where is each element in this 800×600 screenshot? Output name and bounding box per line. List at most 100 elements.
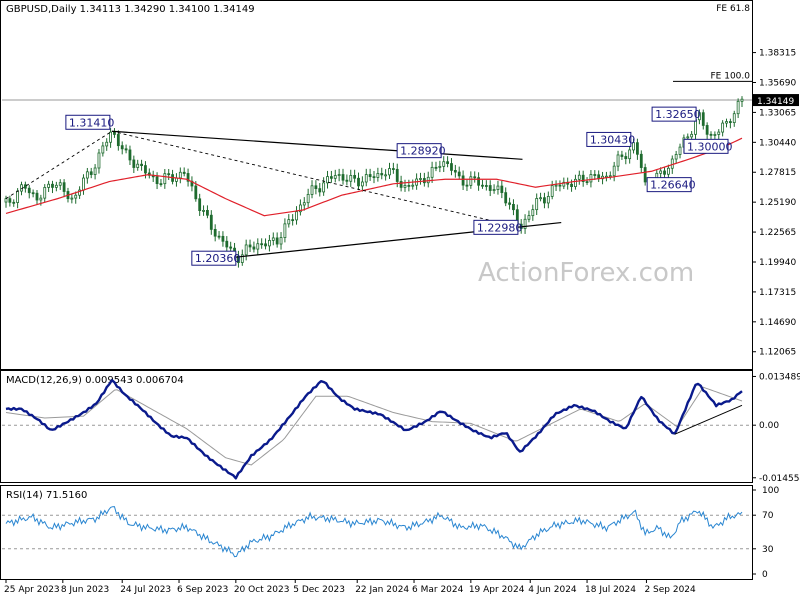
fe-label: FE 100.0 (711, 71, 751, 81)
candle-body (74, 194, 78, 199)
candle-body (360, 181, 364, 187)
candle-body (229, 246, 233, 249)
candle-body (178, 171, 182, 179)
candle-body (721, 122, 725, 133)
candle-body (93, 167, 97, 175)
candle-body (275, 237, 279, 245)
candle-body (732, 113, 736, 124)
candle-body (686, 136, 690, 139)
swing-label: 1.20360 (195, 252, 241, 265)
candle-body (337, 174, 341, 176)
candle-body (287, 219, 291, 225)
macd-tick-label: 0.00 (759, 421, 779, 431)
candle-body (4, 198, 8, 203)
candle-body (639, 153, 643, 168)
x-tick-label: 25 Apr 2023 (4, 585, 60, 595)
x-tick-label: 24 Jul 2023 (120, 585, 171, 595)
candle-body (43, 187, 47, 199)
candle-body (407, 185, 411, 187)
candle-body (353, 175, 357, 179)
candle-body (636, 142, 639, 155)
candle-body (318, 188, 322, 193)
candle-body (539, 197, 542, 200)
candle-body (504, 192, 508, 204)
candle-body (39, 197, 43, 201)
candle-body (713, 134, 717, 136)
candle-body (570, 183, 573, 187)
candle-body (492, 189, 496, 191)
swing-label: 1.22980 (477, 221, 523, 234)
candle-body (252, 246, 256, 250)
candle-body (306, 193, 310, 204)
candle-body (674, 154, 678, 160)
candle-body (388, 168, 391, 176)
candle-body (132, 159, 136, 168)
candle-body (364, 174, 368, 183)
price-tick-label: 1.35690 (759, 78, 796, 88)
candle-body (155, 176, 159, 185)
candle-body (109, 131, 112, 143)
candle-body (376, 173, 380, 178)
candle-body (209, 214, 213, 230)
candle-body (35, 192, 39, 201)
candle-body (194, 185, 198, 200)
candle-body (508, 202, 511, 205)
candle-body (333, 175, 337, 179)
macd-title: MACD(12,26,9) 0.009543 0.006704 (6, 375, 184, 386)
candle-body (391, 168, 395, 170)
candle-body (380, 173, 384, 176)
candle-body (500, 185, 504, 194)
x-tick-label: 6 Sep 2023 (177, 585, 228, 595)
candle-body (395, 168, 399, 182)
candle-body (690, 133, 694, 138)
candle-body (283, 223, 287, 238)
rsi-tick-label: 0 (762, 570, 768, 580)
candle-body (670, 158, 674, 169)
candle-body (481, 184, 484, 187)
candle-body (725, 121, 728, 124)
candle-body (271, 237, 275, 241)
candle-body (419, 178, 422, 180)
candle-body (12, 201, 16, 204)
candle-body (434, 166, 438, 169)
candle-body (23, 184, 27, 189)
swing-label: 1.26640 (650, 179, 696, 192)
candle-body (16, 190, 20, 203)
candle-body (701, 112, 705, 126)
candle-body (136, 163, 140, 168)
candle-body (128, 149, 132, 161)
candle-body (446, 161, 450, 164)
candle-body (182, 171, 186, 174)
price-tick-label: 1.12065 (759, 348, 796, 358)
candle-body (430, 166, 434, 178)
swing-label: 1.28920 (400, 145, 446, 158)
candle-body (113, 131, 116, 135)
rsi-tick-label: 100 (762, 486, 779, 496)
chart-background (0, 0, 800, 600)
gbpusd-chart: 1.38315 1.35690 1.33065 1.30440 1.27815 1.251… (0, 0, 800, 600)
candle-body (213, 228, 217, 237)
price-tick-label: 1.22565 (759, 228, 796, 238)
candle-body (85, 171, 89, 179)
price-tick-label: 1.14690 (759, 318, 796, 328)
candle-body (144, 165, 147, 174)
x-tick-label: 8 Jun 2023 (61, 585, 109, 595)
x-tick-label: 18 Jul 2024 (585, 585, 636, 595)
candle-body (31, 192, 35, 195)
candle-body (310, 185, 314, 195)
candle-body (217, 235, 221, 238)
candle-body (264, 243, 267, 247)
swing-label: 1.30000 (687, 140, 733, 153)
symbol-title: GBPUSD,Daily 1.34113 1.34290 1.34100 1.3… (6, 4, 255, 15)
swing-label: 1.32650 (655, 108, 701, 121)
candle-body (302, 202, 306, 206)
price-tick-label: 1.17315 (759, 288, 796, 298)
candle-body (82, 177, 85, 191)
candle-body (403, 185, 407, 188)
candle-body (8, 198, 12, 203)
candle-body (717, 131, 721, 135)
candle-body (473, 176, 477, 179)
candle-body (512, 204, 515, 211)
candle-body (709, 133, 713, 136)
candle-body (140, 163, 143, 167)
